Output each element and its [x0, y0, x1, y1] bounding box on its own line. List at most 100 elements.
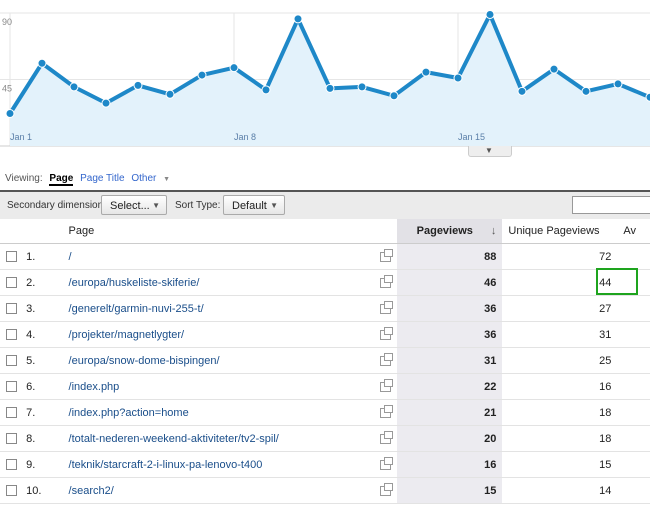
y-tick-label: 90 [2, 17, 12, 27]
data-point[interactable] [453, 73, 463, 83]
row-avg [617, 425, 650, 452]
tab-other[interactable]: Other ▼ [131, 173, 174, 184]
table-row: 3. /generelt/garmin-nuvi-255-t/36 27 [0, 295, 650, 322]
chart-svg: 90 45 Jan 1 Jan 8 Jan 15 [0, 9, 650, 147]
header-page[interactable]: Page [62, 219, 398, 244]
row-checkbox-cell [0, 425, 21, 452]
row-page-link[interactable]: /search2/ [69, 485, 114, 497]
row-avg [617, 347, 650, 374]
open-page-icon[interactable] [380, 326, 394, 340]
open-page-icon[interactable] [380, 274, 394, 288]
row-page-link[interactable]: /teknik/starcraft-2-i-linux-pa-lenovo-t4… [69, 459, 263, 471]
table-row: 8. /totalt-nederen-weekend-aktiviteter/tv… [0, 425, 650, 452]
tab-page[interactable]: Page [49, 173, 74, 186]
data-point[interactable] [421, 67, 431, 77]
row-page-link[interactable]: /europa/snow-dome-bispingen/ [69, 355, 220, 367]
row-number: 10. [20, 477, 63, 504]
open-page-icon[interactable] [380, 456, 394, 470]
row-number: 1. [20, 243, 63, 270]
pageviews-chart: 90 45 Jan 1 Jan 8 Jan 15 [0, 0, 650, 160]
row-page-link[interactable]: /index.php [69, 381, 120, 393]
data-point[interactable] [229, 63, 239, 73]
row-checkbox[interactable] [6, 381, 17, 393]
row-page-cell: /europa/snow-dome-bispingen/ [62, 347, 398, 374]
row-pageviews: 36 [397, 321, 503, 348]
row-page-cell: / [62, 243, 398, 270]
row-number: 3. [20, 295, 63, 322]
row-number: 6. [20, 373, 63, 400]
data-table: Page Pageviews ↓ Unique Pageviews Av 1. / 8… [0, 219, 650, 504]
row-page-link[interactable]: /index.php?action=home [69, 407, 189, 419]
row-checkbox[interactable] [6, 407, 17, 419]
row-page-link[interactable]: /generelt/garmin-nuvi-255-t/ [69, 303, 204, 315]
row-checkbox-cell [0, 347, 21, 374]
row-unique-pageviews: 14 [502, 477, 618, 504]
row-checkbox[interactable] [6, 303, 17, 315]
table-row: 6. /index.php 22 16 [0, 373, 650, 400]
x-tick-label: Jan 8 [234, 132, 256, 142]
table-row: 4. /projekter/magnetlygter/36 31 [0, 321, 650, 348]
header-unique-pageviews[interactable]: Unique Pageviews [502, 219, 618, 244]
row-page-link[interactable]: /europa/huskeliste-skiferie/ [69, 277, 200, 289]
open-page-icon[interactable] [380, 378, 394, 392]
row-pageviews: 88 [397, 243, 503, 270]
open-page-icon[interactable] [380, 300, 394, 314]
row-number: 5. [20, 347, 63, 374]
sort-type-select[interactable]: Default ▼ [223, 195, 285, 215]
data-point[interactable] [613, 79, 623, 89]
row-unique-pageviews: 27 [502, 295, 618, 322]
data-point[interactable] [165, 89, 175, 99]
row-page-link[interactable]: / [69, 251, 72, 263]
sort-down-arrow-icon: ↓ [490, 225, 497, 237]
open-page-icon[interactable] [380, 248, 394, 262]
data-point[interactable] [101, 98, 111, 108]
data-point[interactable] [293, 14, 303, 24]
sort-type-value: Default [232, 200, 267, 212]
row-avg [617, 321, 650, 348]
header-pageviews[interactable]: Pageviews ↓ [397, 219, 503, 244]
series-area [10, 14, 650, 146]
secondary-dimension-select[interactable]: Select... ▼ [101, 195, 167, 215]
row-checkbox-cell [0, 373, 21, 400]
table-row: 7. /index.php?action=home 21 18 [0, 399, 650, 426]
row-checkbox[interactable] [6, 485, 17, 497]
tab-page-title[interactable]: Page Title [80, 173, 124, 184]
data-point[interactable] [581, 86, 591, 96]
row-checkbox[interactable] [6, 329, 17, 341]
row-avg [617, 399, 650, 426]
data-point[interactable] [357, 82, 367, 92]
data-point[interactable] [325, 83, 335, 93]
header-avg[interactable]: Av [617, 219, 650, 244]
data-point[interactable] [645, 92, 650, 102]
row-checkbox[interactable] [6, 251, 17, 263]
highlight-box [596, 268, 638, 295]
open-page-icon[interactable] [380, 352, 394, 366]
row-avg [617, 451, 650, 478]
data-point[interactable] [37, 58, 47, 68]
table-toolbar: Secondary dimension: Select... ▼ Sort Ty… [0, 190, 650, 221]
data-point[interactable] [197, 70, 207, 80]
row-checkbox[interactable] [6, 277, 17, 289]
row-checkbox[interactable] [6, 355, 17, 367]
table-row: 2./europa/huskeliste-skiferie/46 44 [0, 269, 650, 296]
data-point[interactable] [485, 9, 495, 19]
row-checkbox[interactable] [6, 459, 17, 471]
table-search-input[interactable] [572, 196, 650, 214]
row-checkbox-cell [0, 269, 21, 296]
chart-collapse-toggle[interactable]: ▼ [468, 146, 512, 157]
open-page-icon[interactable] [380, 482, 394, 496]
open-page-icon[interactable] [380, 430, 394, 444]
data-point[interactable] [133, 80, 143, 90]
row-checkbox[interactable] [6, 433, 17, 445]
data-point[interactable] [389, 91, 399, 101]
data-point[interactable] [5, 108, 15, 118]
row-page-link[interactable]: /projekter/magnetlygter/ [69, 329, 185, 341]
data-point[interactable] [69, 82, 79, 92]
data-point[interactable] [517, 86, 527, 96]
tab-other-label: Other [131, 173, 157, 184]
open-page-icon[interactable] [380, 404, 394, 418]
row-checkbox-cell [0, 399, 21, 426]
data-point[interactable] [549, 64, 559, 74]
data-point[interactable] [261, 85, 271, 95]
row-page-link[interactable]: /totalt-nederen-weekend-aktiviteter/tv2-… [69, 433, 279, 445]
